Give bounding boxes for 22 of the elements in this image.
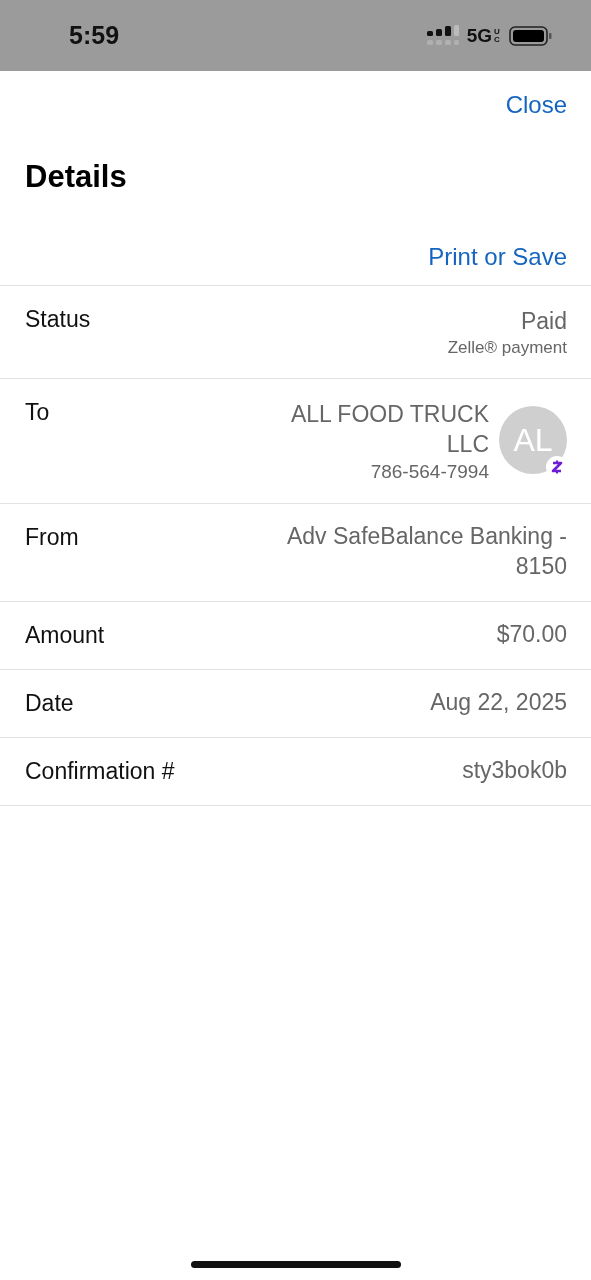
row-label: Confirmation # — [25, 758, 175, 785]
signal-icon — [426, 24, 461, 47]
row-value: Adv SafeBalance Banking - 8150 — [286, 522, 567, 581]
clock-time: 5:59 — [69, 21, 120, 50]
battery-icon — [509, 24, 553, 47]
row-value: Aug 22, 2025 — [430, 688, 567, 717]
row-label: Date — [25, 690, 74, 717]
network-sublabel: UC — [494, 27, 501, 44]
row-value: $70.00 — [496, 620, 567, 649]
row-value: sty3bok0b — [462, 756, 567, 785]
row-label: Amount — [25, 622, 105, 649]
phone-number: 786-564-7994 — [370, 461, 489, 483]
row-value: Paid — [520, 307, 567, 336]
close-button[interactable]: Close — [505, 91, 567, 119]
row-label: Status — [25, 306, 91, 333]
page-title: Details — [25, 159, 128, 195]
payment-method: Zelle® payment — [447, 338, 567, 358]
row-label: To — [25, 399, 50, 426]
row-label: From — [25, 524, 79, 551]
print-or-save-button[interactable]: Print or Save — [428, 243, 567, 271]
network-label: 5G — [466, 24, 492, 47]
row-value: ALL FOOD TRUCK LLC — [289, 400, 489, 459]
